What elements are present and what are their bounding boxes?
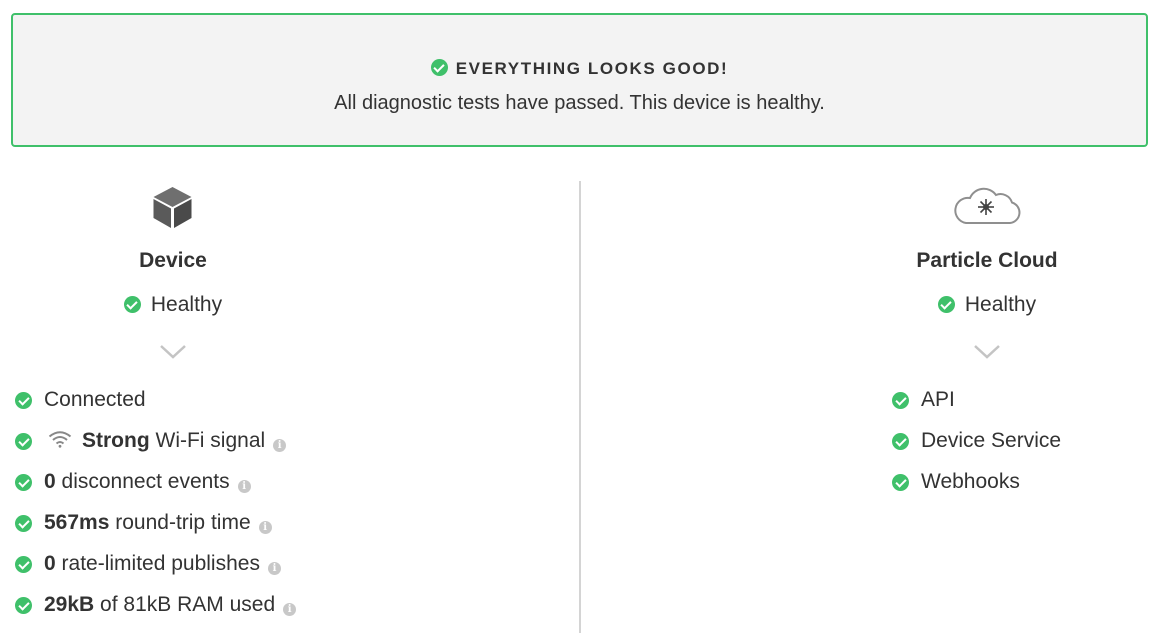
item-value: 567ms [44,511,110,534]
item-value: Strong [82,429,150,452]
item-label: Webhooks [921,470,1020,493]
item-label: Device Service [921,429,1062,452]
cloud-title: Particle Cloud [916,249,1058,272]
chevron-down-icon[interactable] [159,344,187,365]
cloud-icon [952,183,1022,230]
check-circle-icon [892,433,909,450]
check-circle-icon [15,515,32,532]
check-circle-icon [430,59,448,76]
info-icon[interactable]: i [267,562,281,575]
cloud-status-label: Healthy [964,293,1037,316]
device-status: Healthy [73,293,273,317]
banner-message: All diagnostic tests have passed. This d… [334,92,825,114]
chevron-down-icon[interactable] [973,344,1001,365]
check-circle-icon [892,474,909,491]
info-icon[interactable]: i [273,439,287,452]
item-label: Connected [44,388,146,411]
check-circle-icon [15,392,32,409]
wifi-icon [48,430,72,454]
item-label: API [921,388,955,411]
status-banner: EVERYTHING LOOKS GOOD! All diagnostic te… [11,13,1148,147]
item-label: of 81kB RAM used [100,593,276,616]
cloud-status: Healthy [887,293,1087,317]
check-circle-icon [123,296,141,313]
device-status-label: Healthy [150,293,223,316]
check-circle-icon [937,296,955,313]
item-label: disconnect events [61,470,230,493]
check-circle-icon [15,556,32,573]
item-value: 29kB [44,593,95,616]
check-circle-icon [892,392,909,409]
item-value: 0 [44,552,56,575]
check-circle-icon [15,433,32,450]
cube-icon [152,186,193,234]
check-circle-icon [15,474,32,491]
item-label: round-trip time [115,511,251,534]
item-label: Wi-Fi signal [155,429,266,452]
info-icon[interactable]: i [258,521,272,534]
item-label: rate-limited publishes [61,552,260,575]
info-icon[interactable]: i [237,480,251,493]
item-value: 0 [44,470,56,493]
info-icon[interactable]: i [283,603,297,616]
column-divider [579,181,581,633]
check-circle-icon [15,597,32,614]
banner-title-row: EVERYTHING LOOKS GOOD! [13,59,1146,79]
device-title: Device [139,249,207,272]
banner-title: EVERYTHING LOOKS GOOD! [455,59,729,78]
